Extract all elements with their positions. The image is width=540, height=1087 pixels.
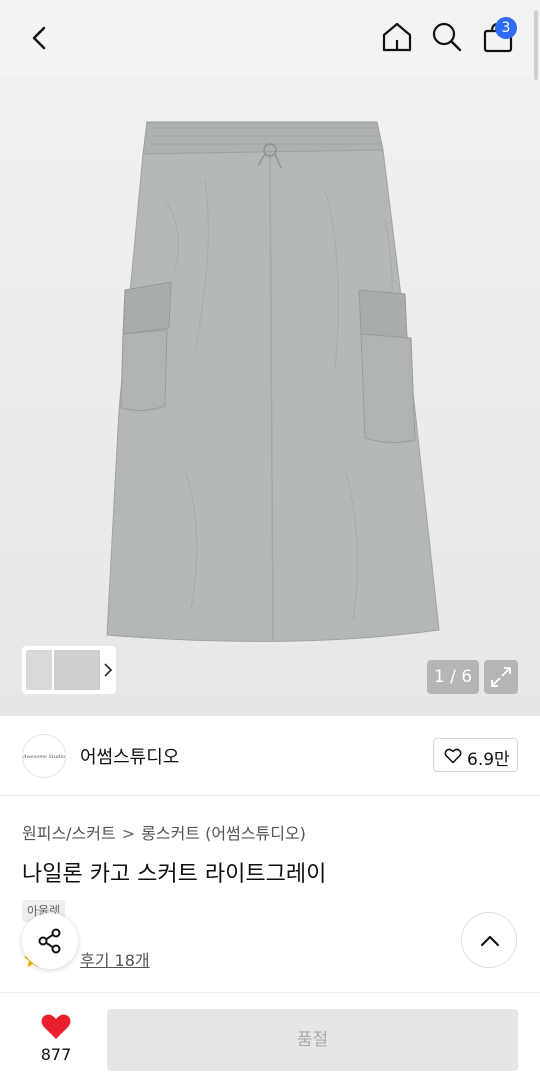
- share-button[interactable]: [22, 913, 78, 969]
- breadcrumb-item[interactable]: 롱스커트 (어썸스튜디오): [141, 824, 306, 843]
- category-breadcrumb: 원피스/스커트 > 롱스커트 (어썸스튜디오): [22, 820, 306, 844]
- image-counter: 1 / 6: [427, 660, 479, 694]
- cart-count-badge: 3: [495, 17, 517, 39]
- scroll-to-top-button[interactable]: [461, 912, 517, 968]
- brand-name[interactable]: 어썸스튜디오: [80, 743, 179, 769]
- brand-like-count: 6.9만: [467, 750, 510, 770]
- expand-button[interactable]: [484, 660, 518, 694]
- share-icon: [38, 928, 61, 954]
- brand-logo[interactable]: Awesome Studio: [22, 734, 66, 778]
- brand-like-button[interactable]: 6.9만: [433, 738, 518, 772]
- back-icon[interactable]: [24, 22, 56, 54]
- page-scrollbar[interactable]: [534, 10, 538, 80]
- search-icon[interactable]: [430, 20, 464, 54]
- image-thumbnail-strip[interactable]: [22, 646, 116, 694]
- heart-outline-icon: [444, 748, 462, 764]
- wishlist-count: 877: [40, 1045, 72, 1064]
- sold-out-button[interactable]: 품절: [107, 1009, 518, 1071]
- product-image-gallery[interactable]: [0, 0, 540, 716]
- thumbnail-image[interactable]: [26, 650, 52, 690]
- top-navigation-bar: 3: [0, 0, 540, 76]
- brand-row: Awesome Studio 어썸스튜디오 6.9만: [0, 716, 540, 796]
- breadcrumb-separator: >: [121, 824, 136, 843]
- review-count-link[interactable]: 후기 18개: [80, 947, 150, 971]
- product-image: [106, 121, 440, 642]
- heart-filled-icon: [41, 1014, 71, 1039]
- chevron-right-icon[interactable]: [102, 660, 114, 680]
- wishlist-button[interactable]: 877: [30, 1013, 82, 1069]
- product-title: 나일론 카고 스커트 라이트그레이: [22, 862, 327, 887]
- breadcrumb-item[interactable]: 원피스/스커트: [22, 824, 116, 843]
- chevron-up-icon: [480, 935, 500, 947]
- home-icon[interactable]: [380, 20, 414, 54]
- expand-icon: [491, 667, 511, 687]
- bottom-action-bar: 877 품절: [0, 992, 540, 1087]
- thumbnail-image[interactable]: [54, 650, 100, 690]
